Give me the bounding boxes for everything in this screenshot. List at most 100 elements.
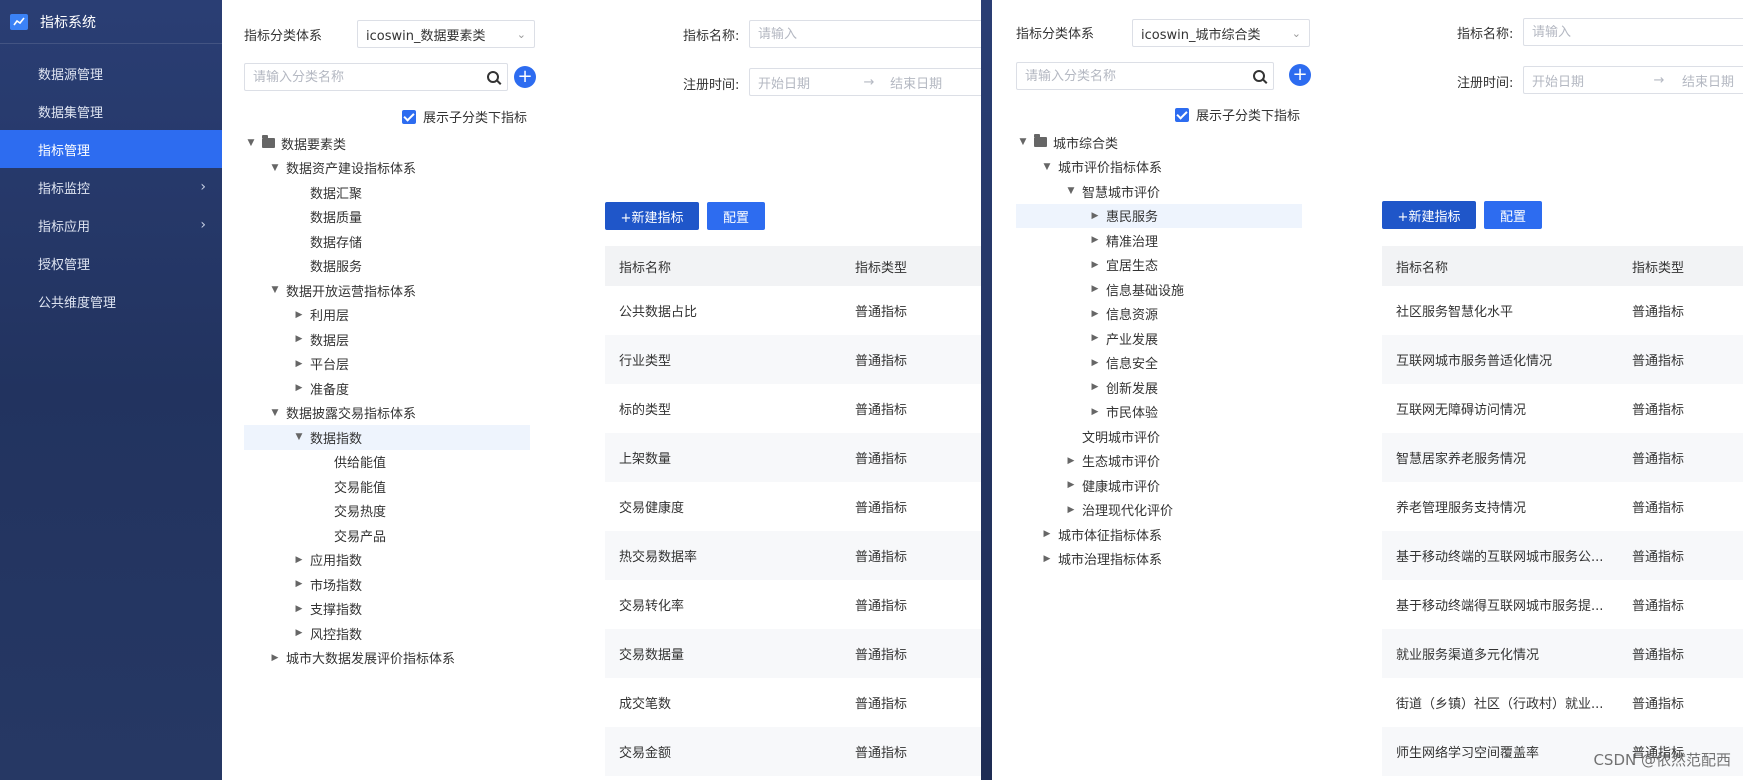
new-indicator-button[interactable]: +新建指标 bbox=[605, 202, 699, 230]
indicator-name-field[interactable] bbox=[1532, 24, 1736, 40]
sidebar-item[interactable]: 指标管理 bbox=[0, 130, 222, 168]
reg-date-range[interactable]: 开始日期 → 结束日期 bbox=[1523, 66, 1743, 94]
caret-right-icon[interactable]: ▶ bbox=[1088, 211, 1102, 221]
tree-node[interactable]: ▶ 数据层 bbox=[244, 327, 530, 352]
table-row[interactable]: 互联网无障碍访问情况 普通指标 bbox=[1382, 384, 1743, 433]
tree-node[interactable]: ▶ 精准治理 bbox=[1016, 228, 1302, 253]
tree-node[interactable]: ▶ 平台层 bbox=[244, 352, 530, 377]
caret-right-icon[interactable]: ▶ bbox=[1064, 456, 1078, 466]
show-children-checkbox[interactable]: 展示子分类下指标 bbox=[402, 107, 527, 126]
tree-node[interactable]: ▼ 数据披露交易指标体系 bbox=[244, 401, 530, 426]
tree-node[interactable]: 交易热度 bbox=[244, 499, 530, 524]
tree-node[interactable]: ▼ 数据指数 bbox=[244, 425, 530, 450]
caret-down-icon[interactable]: ▼ bbox=[1016, 137, 1030, 147]
caret-right-icon[interactable]: ▶ bbox=[268, 653, 282, 663]
caret-right-icon[interactable]: ▶ bbox=[292, 359, 306, 369]
add-category-button[interactable]: + bbox=[514, 66, 536, 88]
column-header[interactable]: 指标名称 bbox=[1382, 257, 1618, 276]
sidebar-item[interactable]: 授权管理 bbox=[0, 244, 222, 282]
caret-right-icon[interactable]: ▶ bbox=[1064, 505, 1078, 515]
tree-node[interactable]: ▶ 信息安全 bbox=[1016, 351, 1302, 376]
caret-right-icon[interactable]: ▶ bbox=[1088, 382, 1102, 392]
end-date-input[interactable]: 结束日期 bbox=[882, 73, 981, 92]
caret-right-icon[interactable]: ▶ bbox=[1088, 358, 1102, 368]
indicator-name-input[interactable] bbox=[749, 20, 981, 48]
show-children-checkbox[interactable]: 展示子分类下指标 bbox=[1175, 105, 1300, 124]
caret-right-icon[interactable]: ▶ bbox=[1040, 529, 1054, 539]
tree-node[interactable]: ▶ 城市治理指标体系 bbox=[1016, 547, 1302, 572]
caret-down-icon[interactable]: ▼ bbox=[292, 432, 306, 442]
table-row[interactable]: 互联网城市服务普适化情况 普通指标 bbox=[1382, 335, 1743, 384]
tree-node[interactable]: ▶ 支撑指数 bbox=[244, 597, 530, 622]
sidebar-item[interactable]: 指标监控 › bbox=[0, 168, 222, 206]
table-row[interactable]: 交易健康度 普通指标 bbox=[605, 482, 981, 531]
tree-node[interactable]: ▶ 利用层 bbox=[244, 303, 530, 328]
tree-node[interactable]: ▶ 健康城市评价 bbox=[1016, 473, 1302, 498]
tree-node[interactable]: ▶ 城市大数据发展评价指标体系 bbox=[244, 646, 530, 671]
tree-node[interactable]: ▶ 创新发展 bbox=[1016, 375, 1302, 400]
tree-node[interactable]: ▼ 城市综合类 bbox=[1016, 130, 1302, 155]
caret-down-icon[interactable]: ▼ bbox=[268, 408, 282, 418]
column-header[interactable]: 指标类型 bbox=[841, 257, 961, 276]
config-button[interactable]: 配置 bbox=[1484, 201, 1542, 229]
column-header[interactable]: 指标类型 bbox=[1618, 257, 1738, 276]
table-row[interactable]: 智慧居家养老服务情况 普通指标 bbox=[1382, 433, 1743, 482]
tree-node[interactable]: ▼ 城市评价指标体系 bbox=[1016, 155, 1302, 180]
tree-node[interactable]: ▶ 市民体验 bbox=[1016, 400, 1302, 425]
tree-node[interactable]: ▶ 生态城市评价 bbox=[1016, 449, 1302, 474]
caret-right-icon[interactable]: ▶ bbox=[292, 579, 306, 589]
caret-right-icon[interactable]: ▶ bbox=[1088, 333, 1102, 343]
caret-right-icon[interactable]: ▶ bbox=[292, 628, 306, 638]
table-row[interactable]: 社区服务智慧化水平 普通指标 bbox=[1382, 286, 1743, 335]
indicator-name-input[interactable] bbox=[1523, 18, 1743, 46]
sidebar-item[interactable]: 指标应用 › bbox=[0, 206, 222, 244]
tree-node[interactable]: ▶ 市场指数 bbox=[244, 572, 530, 597]
caret-right-icon[interactable]: ▶ bbox=[1088, 235, 1102, 245]
caret-down-icon[interactable]: ▼ bbox=[1040, 162, 1054, 172]
tree-node[interactable]: ▶ 应用指数 bbox=[244, 548, 530, 573]
start-date-input[interactable]: 开始日期 bbox=[750, 73, 856, 92]
caret-down-icon[interactable]: ▼ bbox=[268, 163, 282, 173]
sidebar-item[interactable]: 公共维度管理 bbox=[0, 282, 222, 320]
table-row[interactable]: 热交易数据率 普通指标 bbox=[605, 531, 981, 580]
new-indicator-button[interactable]: +新建指标 bbox=[1382, 201, 1476, 229]
table-row[interactable]: 交易转化率 普通指标 bbox=[605, 580, 981, 629]
caret-right-icon[interactable]: ▶ bbox=[292, 555, 306, 565]
tree-node[interactable]: 数据存储 bbox=[244, 229, 530, 254]
tree-node[interactable]: ▼ 智慧城市评价 bbox=[1016, 179, 1302, 204]
table-row[interactable]: 交易金额 普通指标 bbox=[605, 727, 981, 776]
category-search-input[interactable] bbox=[1016, 62, 1274, 90]
table-row[interactable]: 行业类型 普通指标 bbox=[605, 335, 981, 384]
caret-right-icon[interactable]: ▶ bbox=[1088, 260, 1102, 270]
category-select[interactable]: icoswin_数据要素类 ⌄ bbox=[357, 20, 535, 48]
caret-right-icon[interactable]: ▶ bbox=[1088, 309, 1102, 319]
search-icon[interactable] bbox=[487, 71, 499, 83]
category-search-input[interactable] bbox=[244, 63, 508, 91]
config-button[interactable]: 配置 bbox=[707, 202, 765, 230]
checkbox-checked-icon[interactable] bbox=[402, 109, 416, 124]
caret-right-icon[interactable]: ▶ bbox=[292, 310, 306, 320]
table-row[interactable]: 就业服务渠道多元化情况 普通指标 bbox=[1382, 629, 1743, 678]
add-category-button[interactable]: + bbox=[1289, 64, 1311, 86]
tree-node[interactable]: ▼ 数据要素类 bbox=[244, 131, 530, 156]
caret-right-icon[interactable]: ▶ bbox=[1088, 407, 1102, 417]
tree-node[interactable]: ▶ 宜居生态 bbox=[1016, 253, 1302, 278]
tree-node[interactable]: ▶ 产业发展 bbox=[1016, 326, 1302, 351]
table-row[interactable]: 养老管理服务支持情况 普通指标 bbox=[1382, 482, 1743, 531]
reg-date-range[interactable]: 开始日期 → 结束日期 bbox=[749, 68, 981, 96]
start-date-input[interactable]: 开始日期 bbox=[1524, 71, 1644, 90]
indicator-name-field[interactable] bbox=[758, 26, 980, 42]
checkbox-checked-icon[interactable] bbox=[1175, 107, 1189, 122]
end-date-input[interactable]: 结束日期 bbox=[1674, 71, 1743, 90]
tree-node[interactable]: 数据质量 bbox=[244, 205, 530, 230]
table-row[interactable]: 基于移动终端的互联网城市服务公... 普通指标 bbox=[1382, 531, 1743, 580]
table-row[interactable]: 基于移动终端得互联网城市服务提... 普通指标 bbox=[1382, 580, 1743, 629]
column-header[interactable]: 指标名称 bbox=[605, 257, 841, 276]
sidebar-item[interactable]: 数据集管理 bbox=[0, 92, 222, 130]
category-search-field[interactable] bbox=[253, 69, 487, 85]
caret-right-icon[interactable]: ▶ bbox=[292, 604, 306, 614]
table-row[interactable]: 上架数量 普通指标 bbox=[605, 433, 981, 482]
caret-right-icon[interactable]: ▶ bbox=[1088, 284, 1102, 294]
table-row[interactable]: 街道（乡镇）社区（行政村）就业... 普通指标 bbox=[1382, 678, 1743, 727]
tree-node[interactable]: 供给能值 bbox=[244, 450, 530, 475]
